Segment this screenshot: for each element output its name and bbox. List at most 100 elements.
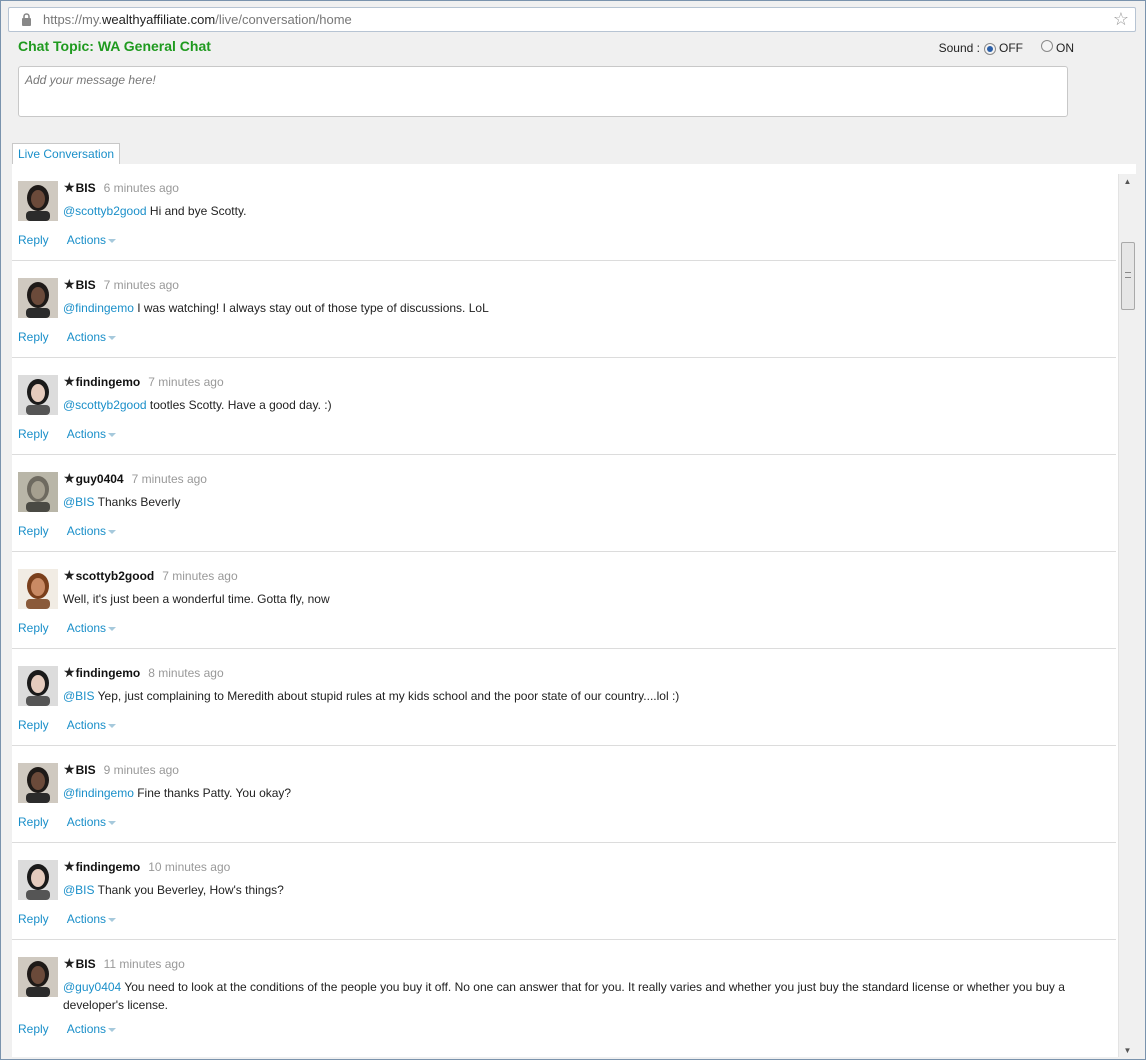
- message-list: ★BIS 6 minutes ago @scottyb2good Hi and by…: [12, 164, 1116, 1057]
- timestamp: 11 minutes ago: [103, 957, 185, 971]
- sound-on-option[interactable]: ON: [1037, 40, 1074, 55]
- star-icon: ★: [63, 373, 76, 389]
- actions-dropdown[interactable]: Actions: [67, 233, 134, 247]
- avatar[interactable]: [18, 860, 58, 900]
- sound-on-radio[interactable]: [1041, 40, 1053, 52]
- reply-link[interactable]: Reply: [18, 524, 49, 538]
- message-text: @BIS Yep, just complaining to Meredith a…: [63, 687, 1103, 705]
- chat-header: Chat Topic: WA General Chat Sound : OFF …: [18, 38, 1074, 58]
- username[interactable]: scottyb2good: [76, 569, 155, 583]
- star-icon: ★: [63, 664, 76, 680]
- username[interactable]: guy0404: [76, 472, 124, 486]
- message-input[interactable]: Add your message here!: [18, 66, 1068, 117]
- message-meta: ★findingemo 7 minutes ago: [63, 373, 224, 390]
- mention-link[interactable]: @findingemo: [63, 786, 134, 800]
- sound-toggle: Sound : OFF ON: [939, 40, 1074, 55]
- reply-link[interactable]: Reply: [18, 621, 49, 635]
- star-icon: ★: [63, 858, 76, 874]
- username[interactable]: BIS: [76, 763, 96, 777]
- bookmark-star-icon[interactable]: ☆: [1113, 10, 1129, 28]
- actions-dropdown[interactable]: Actions: [67, 815, 134, 829]
- avatar[interactable]: [18, 957, 58, 997]
- message-item: ★findingemo 8 minutes ago @BIS Yep, just c…: [12, 649, 1116, 746]
- message-meta: ★BIS 6 minutes ago: [63, 179, 179, 196]
- actions-dropdown[interactable]: Actions: [67, 621, 134, 635]
- lock-icon: [17, 11, 35, 29]
- message-body: Fine thanks Patty. You okay?: [133, 786, 292, 800]
- username[interactable]: BIS: [76, 181, 96, 195]
- reply-link[interactable]: Reply: [18, 330, 49, 344]
- scroll-grip-icon: [1125, 272, 1131, 278]
- actions-label: Actions: [66, 1022, 107, 1036]
- reply-link[interactable]: Reply: [18, 233, 49, 247]
- timestamp: 10 minutes ago: [148, 860, 231, 874]
- timestamp: 6 minutes ago: [103, 181, 179, 195]
- mention-link[interactable]: @findingemo: [63, 301, 134, 315]
- reply-link[interactable]: Reply: [18, 427, 49, 441]
- scrollbar[interactable]: ▲ ▼: [1118, 174, 1136, 1057]
- caret-down-icon: [108, 335, 117, 340]
- actions-dropdown[interactable]: Actions: [67, 718, 134, 732]
- reply-link[interactable]: Reply: [18, 1022, 49, 1036]
- message-body: Thank you Beverley, How's things?: [94, 883, 284, 897]
- address-bar[interactable]: https://my.wealthyaffiliate.com/live/con…: [8, 7, 1136, 32]
- message-text: @findingemo I was watching! I always sta…: [63, 299, 1103, 317]
- username[interactable]: findingemo: [76, 860, 141, 874]
- message-item: ★BIS 6 minutes ago @scottyb2good Hi and by…: [12, 164, 1116, 261]
- caret-down-icon: [108, 917, 117, 922]
- message-text: @BIS Thank you Beverley, How's things?: [63, 881, 1103, 899]
- tab-live-conversation[interactable]: Live Conversation: [12, 143, 121, 165]
- avatar[interactable]: [18, 472, 58, 512]
- message-text: Well, it's just been a wonderful time. G…: [63, 590, 1103, 608]
- message-item: ★findingemo 7 minutes ago @scottyb2good to…: [12, 358, 1116, 455]
- message-body: I was watching! I always stay out of tho…: [133, 301, 489, 315]
- username[interactable]: findingemo: [76, 666, 141, 680]
- reply-link[interactable]: Reply: [18, 912, 49, 926]
- scroll-down-icon[interactable]: ▼: [1119, 1043, 1136, 1057]
- mention-link[interactable]: @scottyb2good: [63, 398, 147, 412]
- timestamp: 7 minutes ago: [148, 375, 224, 389]
- mention-link[interactable]: @BIS: [63, 883, 95, 897]
- avatar[interactable]: [18, 569, 58, 609]
- message-meta: ★BIS 7 minutes ago: [63, 276, 179, 293]
- actions-dropdown[interactable]: Actions: [67, 1022, 134, 1036]
- avatar[interactable]: [18, 181, 58, 221]
- mention-link[interactable]: @BIS: [63, 495, 95, 509]
- caret-down-icon: [108, 723, 117, 728]
- actions-dropdown[interactable]: Actions: [67, 524, 134, 538]
- actions-label: Actions: [66, 621, 107, 635]
- mention-link[interactable]: @scottyb2good: [63, 204, 147, 218]
- sound-off-radio[interactable]: [984, 42, 996, 55]
- username[interactable]: BIS: [76, 278, 96, 292]
- actions-dropdown[interactable]: Actions: [67, 330, 134, 344]
- scroll-thumb[interactable]: [1121, 242, 1135, 310]
- mention-link[interactable]: @BIS: [63, 689, 95, 703]
- message-meta: ★findingemo 8 minutes ago: [63, 664, 224, 681]
- actions-label: Actions: [66, 815, 107, 829]
- reply-link[interactable]: Reply: [18, 815, 49, 829]
- timestamp: 7 minutes ago: [103, 278, 179, 292]
- username[interactable]: findingemo: [76, 375, 141, 389]
- sound-off-option[interactable]: OFF: [980, 41, 1023, 55]
- mention-link[interactable]: @guy0404: [63, 980, 121, 994]
- star-icon: ★: [63, 276, 76, 292]
- caret-down-icon: [108, 529, 117, 534]
- scroll-up-icon[interactable]: ▲: [1119, 174, 1136, 190]
- username[interactable]: BIS: [76, 957, 96, 971]
- reply-link[interactable]: Reply: [18, 718, 49, 732]
- caret-down-icon: [108, 820, 117, 825]
- avatar[interactable]: [18, 666, 58, 706]
- message-actions: Reply Actions: [18, 1022, 152, 1036]
- actions-dropdown[interactable]: Actions: [67, 427, 134, 441]
- avatar[interactable]: [18, 763, 58, 803]
- avatar[interactable]: [18, 278, 58, 318]
- avatar[interactable]: [18, 375, 58, 415]
- message-text: @scottyb2good tootles Scotty. Have a goo…: [63, 396, 1103, 414]
- message-meta: ★scottyb2good 7 minutes ago: [63, 567, 238, 584]
- star-icon: ★: [63, 179, 76, 195]
- message-text: @scottyb2good Hi and bye Scotty.: [63, 202, 1103, 220]
- message-meta: ★guy0404 7 minutes ago: [63, 470, 207, 487]
- actions-label: Actions: [66, 912, 107, 926]
- message-item: ★guy0404 7 minutes ago @BIS Thanks Beverly…: [12, 455, 1116, 552]
- actions-dropdown[interactable]: Actions: [67, 912, 134, 926]
